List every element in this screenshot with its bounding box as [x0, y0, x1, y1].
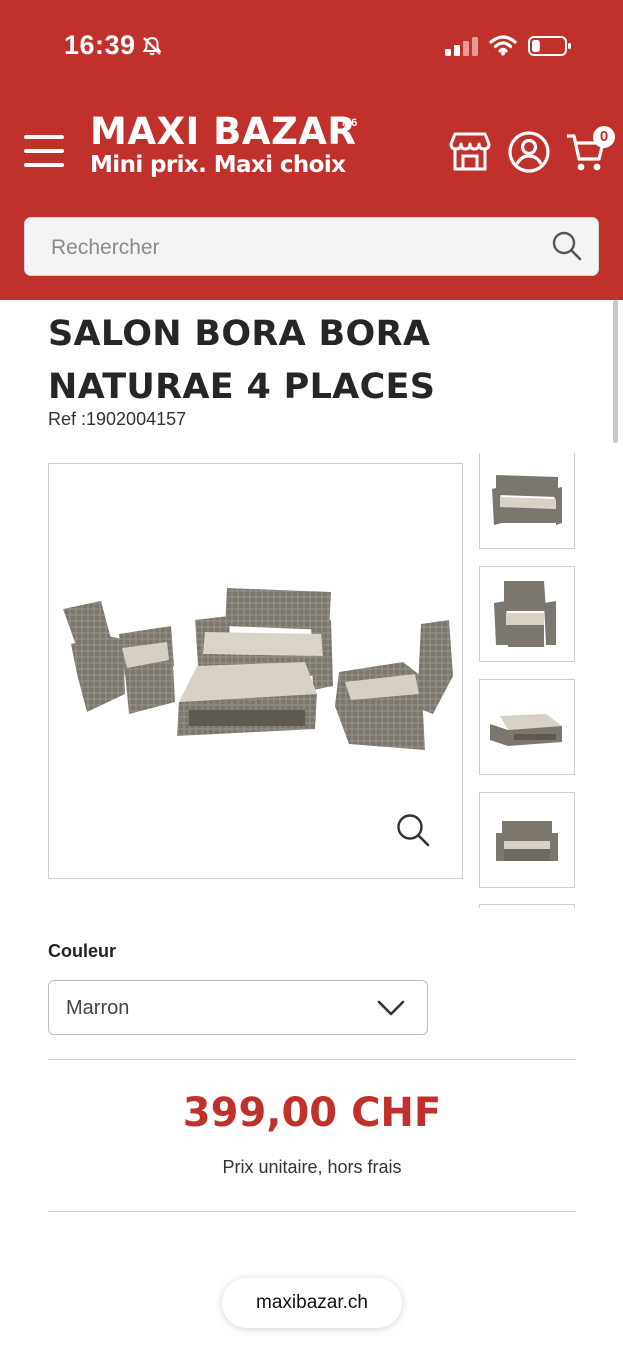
price-note: Prix unitaire, hors frais [222, 1157, 402, 1177]
zoom-icon[interactable] [395, 812, 433, 850]
header: 16:39 MAXI BAZAR M6 Mini prix. Maxi choi… [0, 0, 623, 300]
store-icon[interactable] [449, 131, 491, 173]
armchair-thumbnail-image [494, 581, 556, 647]
sofa-thumbnail-image [492, 475, 562, 525]
thumbnail-sofa[interactable] [479, 453, 575, 549]
sofa-front-thumbnail-image [496, 821, 558, 861]
ref-value: 1902004157 [86, 409, 187, 429]
divider-bottom [48, 1211, 576, 1212]
logo-superscript: M6 [342, 117, 358, 129]
search-input[interactable] [49, 218, 553, 277]
bell-slash-icon [142, 36, 162, 56]
hamburger-menu-icon[interactable] [24, 133, 66, 169]
ref-label: Ref : [48, 409, 87, 429]
logo-main: MAXI BAZAR [90, 110, 357, 153]
user-icon[interactable] [507, 130, 551, 174]
battery-icon [528, 36, 571, 56]
wifi-icon [489, 35, 517, 56]
color-label: Couleur [48, 941, 117, 961]
table-thumbnail-image [490, 714, 562, 746]
product-ref: Ref :1902004157 [48, 409, 186, 430]
search-icon[interactable] [550, 229, 584, 263]
thumbnail-sofa-front[interactable] [479, 792, 575, 888]
status-time: 16:39 [64, 30, 136, 60]
browser-url-bar[interactable]: maxibazar.ch [222, 1278, 402, 1328]
logo-tagline: Mini prix. Maxi choix [90, 152, 346, 178]
cart-count-badge: 0 [593, 126, 615, 148]
chevron-down-icon [377, 1000, 405, 1016]
page-scrollbar[interactable] [613, 300, 618, 443]
color-selected-value: Marron [66, 997, 130, 1019]
thumbnail-more[interactable] [479, 904, 575, 908]
product-price: 399,00 CHF [182, 1090, 442, 1136]
product-title: SALON BORA BORA NATURAE 4 PLACES [48, 314, 436, 407]
logo[interactable]: MAXI BAZAR M6 Mini prix. Maxi choix [90, 110, 358, 179]
search-bar [24, 217, 599, 277]
product-main-image[interactable] [48, 463, 463, 879]
thumbnail-armchair[interactable] [479, 566, 575, 662]
divider-top [48, 1059, 576, 1060]
thumbnail-coffee-table[interactable] [479, 679, 575, 775]
cellular-signal-icon [445, 37, 478, 56]
color-select[interactable]: Marron [48, 980, 428, 1035]
